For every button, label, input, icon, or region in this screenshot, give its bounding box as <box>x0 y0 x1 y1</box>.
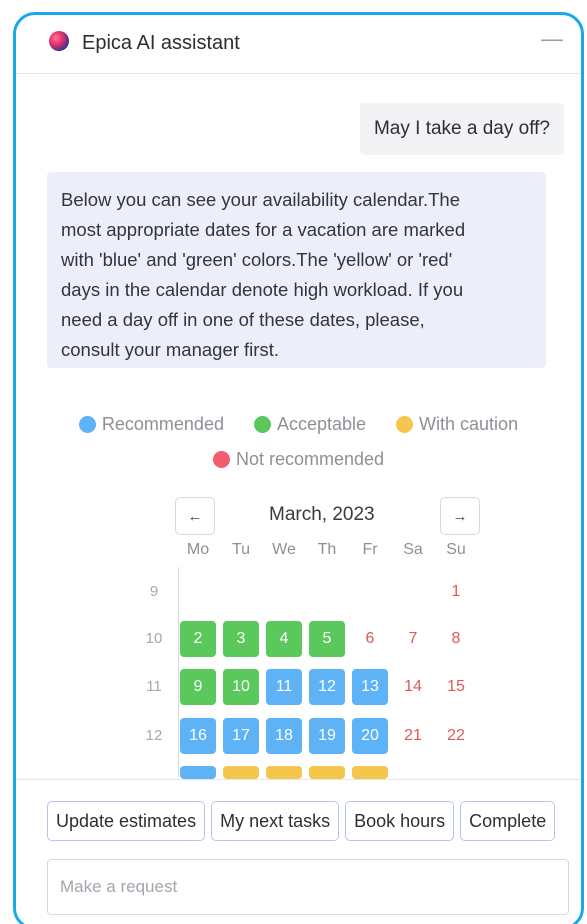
weekday-label: Fr <box>362 541 378 558</box>
calendar-day[interactable]: 2 <box>180 621 216 657</box>
weekday-label: Sa <box>403 541 423 558</box>
week-number: 12 <box>145 727 163 744</box>
book-hours-button[interactable]: Book hours <box>345 801 455 841</box>
calendar-day[interactable] <box>352 766 388 779</box>
calendar-day[interactable]: 1 <box>438 574 474 610</box>
update-estimates-button[interactable]: Update estimates <box>47 801 206 841</box>
calendar-legend: Recommended Acceptable With caution Not … <box>16 407 581 477</box>
week-number-divider <box>178 567 179 777</box>
quick-actions: Update estimates My next tasks Book hour… <box>47 801 556 841</box>
weekday-label: Su <box>446 541 466 558</box>
calendar-day[interactable]: 12 <box>309 669 345 705</box>
calendar-day[interactable]: 9 <box>180 669 216 705</box>
calendar-day[interactable] <box>223 766 259 779</box>
calendar-day[interactable]: 21 <box>395 718 431 754</box>
prev-month-button[interactable]: ← <box>175 497 215 535</box>
assistant-message-line: need a day off in one of these dates, pl… <box>61 309 425 330</box>
legend-item-with-caution: With caution <box>396 414 518 435</box>
calendar-day[interactable]: 10 <box>223 669 259 705</box>
calendar-day[interactable]: 19 <box>309 718 345 754</box>
not-recommended-dot-icon <box>212 451 230 468</box>
assistant-panel: Epica AI assistant — May I take a day of… <box>13 12 584 924</box>
complete-button[interactable]: Complete <box>460 801 556 841</box>
legend-label: With caution <box>419 414 519 434</box>
calendar-day[interactable]: 3 <box>223 621 259 657</box>
user-message: May I take a day off? <box>359 103 564 155</box>
calendar-day[interactable]: 16 <box>180 718 216 754</box>
legend-label: Recommended <box>101 414 224 434</box>
week-number: 9 <box>149 583 159 600</box>
week-number: 11 <box>146 678 162 695</box>
weekday-label: Mo <box>186 541 210 558</box>
assistant-message: Below you can see your availability cale… <box>47 172 546 368</box>
calendar-day[interactable]: 6 <box>352 621 388 657</box>
minimize-button[interactable]: — <box>541 26 563 52</box>
calendar-day[interactable]: 8 <box>438 621 474 657</box>
assistant-message-line: days in the calendar denote high workloa… <box>61 279 464 300</box>
assistant-message-line: Below you can see your availability cale… <box>61 189 461 210</box>
legend-item-acceptable: Acceptable <box>253 414 367 435</box>
assistant-message-line: with 'blue' and 'green' colors.The 'yell… <box>61 249 453 270</box>
next-month-button[interactable]: → <box>440 497 480 535</box>
weekday-label: Th <box>317 541 337 558</box>
legend-item-not-recommended: Not recommended <box>212 449 385 470</box>
calendar-day[interactable]: 14 <box>395 669 431 705</box>
calendar-day[interactable]: 4 <box>266 621 302 657</box>
legend-item-recommended: Recommended <box>78 414 224 435</box>
panel-title: Epica AI assistant <box>82 32 240 54</box>
calendar-day[interactable]: 7 <box>395 621 431 657</box>
calendar-day[interactable]: 17 <box>223 718 259 754</box>
epica-logo-icon <box>49 31 69 51</box>
calendar-day[interactable] <box>266 766 302 779</box>
weekday-label: Tu <box>231 541 251 558</box>
assistant-message-line: most appropriate dates for a vacation ar… <box>61 219 466 240</box>
my-next-tasks-button[interactable]: My next tasks <box>211 801 340 841</box>
calendar-day[interactable]: 15 <box>438 669 474 705</box>
panel-header: Epica AI assistant — <box>16 15 581 74</box>
calendar-day[interactable]: 18 <box>266 718 302 754</box>
input-divider <box>16 779 581 780</box>
calendar-day[interactable]: 11 <box>266 669 302 705</box>
calendar-day[interactable] <box>180 766 216 779</box>
week-number: 10 <box>145 630 163 647</box>
calendar-day[interactable] <box>309 766 345 779</box>
weekday-label: We <box>272 541 296 558</box>
assistant-message-line: consult your manager first. <box>61 339 279 360</box>
calendar-day[interactable]: 13 <box>352 669 388 705</box>
calendar-day[interactable]: 22 <box>438 718 474 754</box>
calendar-month-title: March, 2023 <box>269 504 375 525</box>
acceptable-dot-icon <box>253 416 271 433</box>
legend-label: Not recommended <box>235 449 385 469</box>
legend-label: Acceptable <box>276 414 367 434</box>
with-caution-dot-icon <box>396 416 414 433</box>
recommended-dot-icon <box>78 416 96 433</box>
weekday-header: Mo Tu We Th Fr Sa Su <box>16 541 581 563</box>
request-input[interactable] <box>47 859 569 915</box>
calendar-header: ← March, 2023 → <box>16 497 581 537</box>
calendar-day[interactable]: 20 <box>352 718 388 754</box>
calendar-day[interactable]: 5 <box>309 621 345 657</box>
